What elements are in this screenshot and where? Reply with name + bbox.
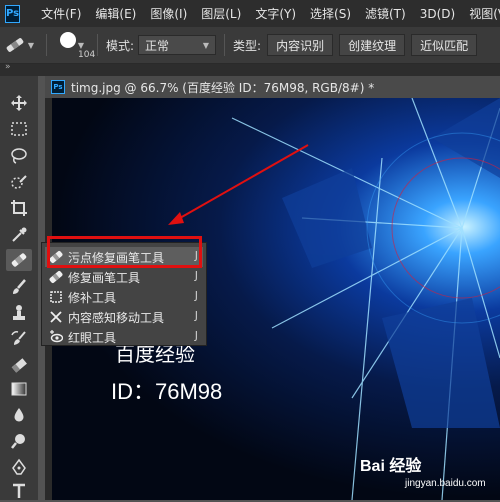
flyout-item-red-eye[interactable]: 红眼工具 J — [48, 328, 198, 346]
eyedropper-tool[interactable] — [6, 224, 32, 246]
rectangular-marquee-icon — [11, 122, 27, 136]
move-icon — [11, 95, 27, 111]
spot-healing-brush-icon — [6, 38, 24, 52]
patch-icon — [48, 289, 64, 305]
photoshop-logo[interactable]: Ps — [5, 4, 21, 23]
divider — [46, 34, 47, 56]
brush-tip-icon — [59, 32, 76, 48]
spot-healing-tool[interactable] — [6, 249, 32, 271]
type-create-texture-button[interactable]: 创建纹理 — [339, 34, 406, 56]
flyout-item-label: 修复画笔工具 — [68, 270, 141, 285]
blur-tool[interactable] — [6, 404, 32, 426]
mode-value: 正常 — [145, 38, 170, 53]
dodge-tool[interactable] — [6, 430, 32, 452]
move-tool[interactable] — [6, 92, 32, 114]
flyout-item-label: 修补工具 — [68, 290, 117, 305]
lasso-tool[interactable] — [6, 145, 32, 167]
flyout-item-shortcut: J — [194, 269, 198, 282]
history-brush-tool[interactable] — [6, 328, 32, 350]
lasso-icon — [11, 148, 27, 164]
red-eye-icon — [48, 329, 64, 345]
flyout-item-content-aware-move[interactable]: 内容感知移动工具 J — [48, 308, 198, 326]
eyedropper-icon — [12, 227, 27, 242]
brush-icon — [13, 279, 26, 294]
tools-panel — [0, 76, 38, 500]
type-proximity-match-button[interactable]: 近似匹配 — [411, 34, 478, 56]
flyout-item-shortcut: J — [194, 329, 198, 342]
blur-drop-icon — [14, 408, 24, 422]
type-tool[interactable] — [6, 480, 32, 502]
healing-brush-icon — [48, 269, 64, 285]
annotation-highlight-box — [47, 236, 202, 268]
flyout-item-label: 内容感知移动工具 — [68, 310, 165, 325]
menu-type[interactable]: 文字(Y) — [248, 5, 303, 22]
canvas-id-text: ID：76M98 — [111, 379, 223, 404]
chevron-down-icon: ▼ — [202, 40, 210, 50]
crop-icon — [11, 200, 27, 216]
chevron-down-icon: ▼ — [77, 40, 85, 50]
mode-select[interactable]: 正常 ▼ — [138, 35, 217, 55]
flyout-item-label: 红眼工具 — [68, 330, 117, 345]
flyout-item-shortcut: J — [194, 289, 198, 302]
type-icon — [13, 483, 25, 498]
pen-icon — [12, 458, 26, 475]
psd-file-icon: Ps — [51, 80, 65, 94]
menu-select[interactable]: 选择(S) — [303, 5, 358, 22]
baidu-watermark-url: jingyan.baidu.com — [405, 478, 486, 489]
flyout-item-patch[interactable]: 修补工具 J — [48, 288, 198, 306]
collapse-arrows-icon[interactable]: » — [5, 62, 11, 72]
content-aware-move-icon — [48, 309, 64, 325]
type-label: 类型: — [233, 38, 262, 53]
eraser-icon — [11, 358, 27, 373]
baidu-watermark: Bai 经验 — [360, 458, 422, 475]
divider — [97, 34, 98, 56]
panel-strip — [0, 64, 500, 76]
document-tab-title: timg.jpg @ 66.7% (百度经验 ID：76M98, RGB/8#)… — [71, 80, 375, 95]
menu-view[interactable]: 视图(V — [462, 5, 500, 22]
quick-selection-icon — [11, 175, 27, 189]
quick-selection-tool[interactable] — [6, 172, 32, 194]
menu-file[interactable]: 文件(F) — [34, 5, 88, 22]
gradient-tool[interactable] — [6, 378, 32, 400]
flyout-item-healing-brush[interactable]: 修复画笔工具 J — [48, 268, 198, 286]
gradient-icon — [11, 382, 27, 396]
chevron-down-icon: ▼ — [27, 40, 35, 50]
pen-tool[interactable] — [6, 456, 32, 478]
stamp-icon — [13, 305, 25, 320]
flyout-item-shortcut: J — [194, 309, 198, 322]
menu-image[interactable]: 图像(I) — [143, 5, 194, 22]
menu-edit[interactable]: 编辑(E) — [88, 5, 143, 22]
document-tab[interactable]: Ps timg.jpg @ 66.7% (百度经验 ID：76M98, RGB/… — [45, 76, 500, 98]
menu-bar: Ps 文件(F) 编辑(E) 图像(I) 图层(L) 文字(Y) 选择(S) 滤… — [0, 0, 500, 27]
options-bar: ▼ ▼ 模式: 正常 ▼ 类型: 内容识别 创建纹理 近似匹配 — [0, 27, 500, 64]
brush-size-label: 104 — [78, 50, 96, 60]
spot-healing-brush-icon — [11, 253, 27, 267]
history-brush-icon — [11, 331, 26, 345]
menu-layer[interactable]: 图层(L) — [194, 5, 248, 22]
clone-stamp-tool[interactable] — [6, 302, 32, 324]
divider — [224, 34, 226, 56]
mode-label: 模式: — [106, 38, 135, 53]
marquee-tool[interactable] — [6, 118, 32, 140]
dodge-icon — [11, 434, 25, 449]
type-content-aware-button[interactable]: 内容识别 — [267, 34, 334, 56]
brush-tool[interactable] — [6, 276, 32, 298]
eraser-tool[interactable] — [6, 354, 32, 376]
menu-3d[interactable]: 3D(D) — [413, 7, 462, 21]
menu-filter[interactable]: 滤镜(T) — [358, 5, 413, 22]
tool-preset-picker[interactable]: ▼ — [0, 37, 38, 53]
crop-tool[interactable] — [6, 197, 32, 219]
